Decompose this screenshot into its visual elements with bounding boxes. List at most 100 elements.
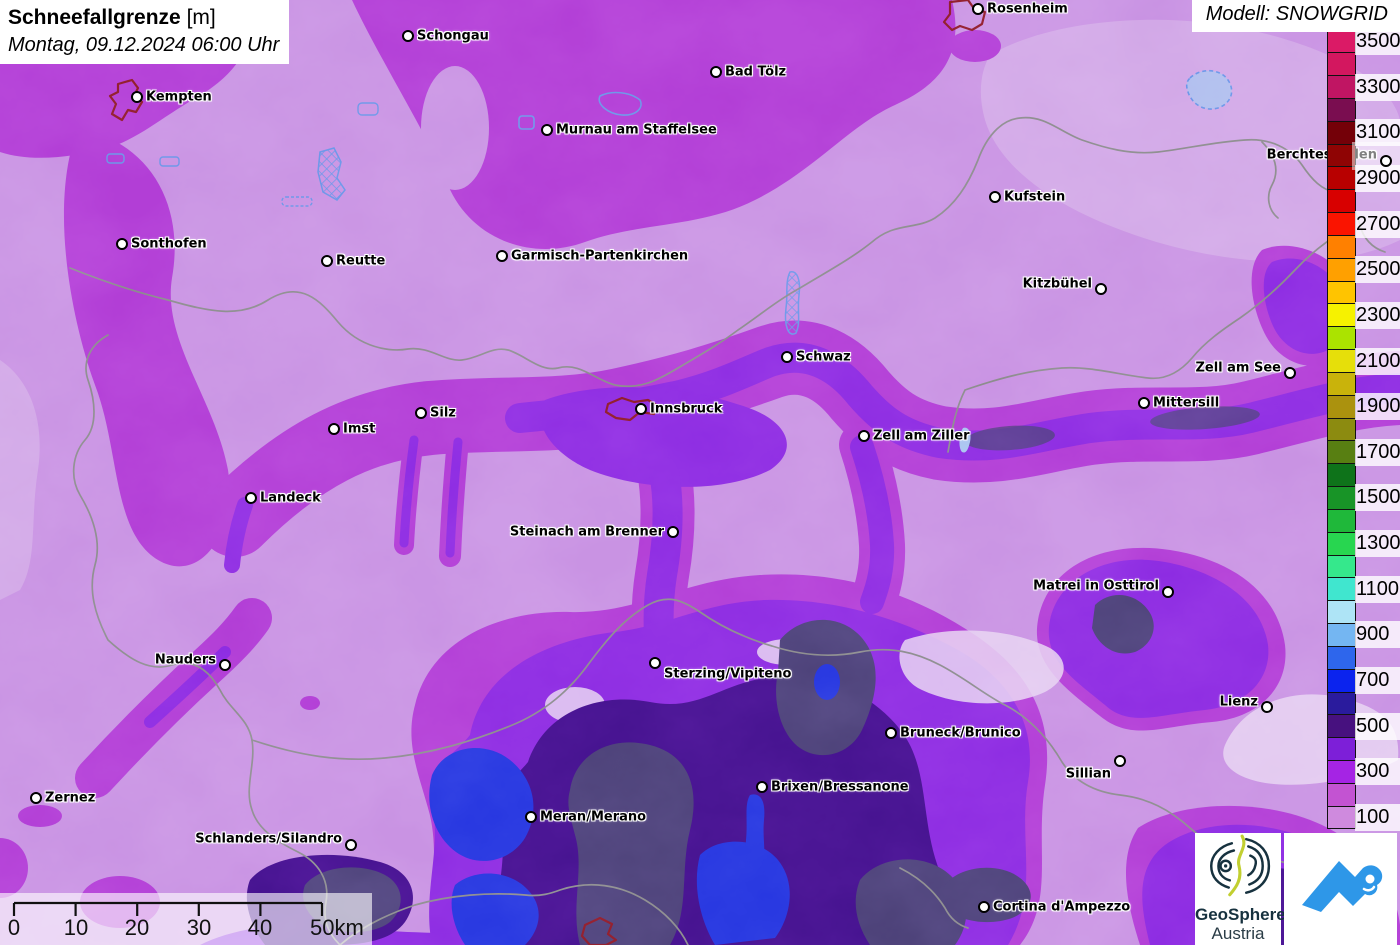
- city-marker-dot: [1284, 367, 1296, 379]
- city-marker-dot: [1162, 586, 1174, 598]
- colorbar-segment: [1327, 52, 1356, 77]
- colorbar-tick-label: 1300: [1355, 530, 1400, 558]
- colorbar-tick-label: 3100: [1355, 119, 1400, 147]
- scalebar-tick-label: 0: [7, 915, 21, 940]
- colorbar-segment: [1327, 508, 1356, 533]
- city-label: Bad Tölz: [725, 64, 787, 80]
- city-label: Zell am Ziller: [873, 428, 970, 444]
- colorbar-segment: [1327, 714, 1356, 739]
- city-marker-dot: [978, 901, 990, 913]
- city-marker-dot: [219, 659, 231, 671]
- colorbar-segment: [1327, 440, 1356, 465]
- city-label: Schwaz: [796, 349, 851, 365]
- colorbar-segment: [1327, 212, 1356, 236]
- scalebar-tick-label: 10: [63, 915, 89, 940]
- city-marker-dot: [328, 423, 340, 435]
- city-marker-dot: [972, 3, 984, 15]
- map-canvas: [0, 0, 1400, 945]
- geosphere-logo-text: GeoSphere: [1195, 905, 1286, 924]
- city-label: Silz: [430, 405, 456, 421]
- geosphere-austria-logo: GeoSphere Austria: [1195, 833, 1286, 945]
- city-marker-dot: [30, 792, 42, 804]
- colorbar-segment: [1327, 75, 1356, 99]
- title-variable: Schneefallgrenze: [8, 6, 181, 29]
- colorbar-segment: [1327, 645, 1356, 670]
- model-label: Modell: SNOWGRID: [1205, 3, 1388, 25]
- colorbar-segment: [1327, 554, 1356, 579]
- colorbar-segment: [1327, 668, 1356, 693]
- colorbar-tick-label: 500: [1355, 712, 1400, 740]
- city-marker-dot: [415, 407, 427, 419]
- city-marker-dot: [345, 839, 357, 851]
- colorbar-segment: [1327, 326, 1356, 351]
- colorbar-segment: [1327, 782, 1356, 807]
- city-label: Kempten: [146, 89, 212, 105]
- colorbar-tick-label: 700: [1355, 667, 1400, 695]
- distance-scalebar: 0 10 20 30 40 50km: [0, 893, 372, 945]
- colorbar-tick-label: 900: [1355, 621, 1400, 649]
- colorbar-tick-label: 1700: [1355, 438, 1400, 466]
- colorbar-tick-label: 2300: [1355, 301, 1400, 329]
- page-title: Schneefallgrenze [m]: [8, 4, 279, 32]
- city-label: Lienz: [1219, 694, 1258, 710]
- city-marker-dot: [989, 191, 1001, 203]
- colorbar-tick-label: 2900: [1355, 164, 1400, 192]
- colorbar-segment: [1327, 486, 1356, 510]
- blue-mountain-cloud-logo-icon: [1302, 861, 1383, 912]
- city-marker-dot: [1380, 155, 1392, 167]
- city-label: Schlanders/Silandro: [195, 831, 342, 847]
- city-marker-dot: [649, 657, 661, 669]
- city-label: Nauders: [154, 652, 216, 668]
- city-label: Sillian: [1065, 766, 1111, 782]
- title-unit: [m]: [186, 6, 216, 29]
- city-label: Brixen/Bressanone: [771, 779, 909, 795]
- colorbar-tick-label: 3300: [1355, 73, 1400, 101]
- scalebar-tick-label: 50km: [310, 915, 364, 940]
- scalebar-tick-label: 30: [186, 915, 212, 940]
- city-label: Kitzbühel: [1022, 276, 1092, 292]
- valid-datetime-label: Montag, 09.12.2024 06:00 Uhr: [8, 33, 280, 56]
- city-marker-dot: [1138, 397, 1150, 409]
- colorbar-segment: [1327, 257, 1356, 282]
- city-label: Matrei in Osttirol: [1033, 578, 1159, 594]
- city-marker-dot: [496, 250, 508, 262]
- city-marker-dot: [541, 124, 553, 136]
- city-label: Murnau am Staffelsee: [556, 122, 717, 138]
- scalebar-tick-label: 40: [247, 915, 273, 940]
- city-label: Reutte: [336, 253, 386, 269]
- city-marker-dot: [131, 91, 143, 103]
- colorbar-segment: [1327, 166, 1356, 191]
- snowfall-limit-map-page: Schongau Bad Tölz Rosenheim Kempten Murnau a…: [0, 0, 1400, 945]
- city-marker-dot: [116, 238, 128, 250]
- colorbar-tick-label: 2700: [1355, 210, 1400, 238]
- city-marker-dot: [885, 727, 897, 739]
- hillshade-overlay: [0, 0, 1400, 945]
- city-label: Meran/Merano: [540, 809, 647, 825]
- city-label: Zell am See: [1195, 360, 1281, 376]
- colorbar-segment: [1327, 280, 1356, 305]
- city-label: Zernez: [45, 790, 96, 806]
- colorbar-segment: [1327, 394, 1356, 419]
- city-label: Imst: [343, 421, 376, 437]
- city-marker-dot: [858, 430, 870, 442]
- city-marker-dot: [667, 526, 679, 538]
- colorbar-segment: [1327, 303, 1356, 328]
- city-marker-dot: [710, 66, 722, 78]
- model-label-box: Modell: SNOWGRID: [1191, 0, 1400, 32]
- city-label: Cortina d'Ampezzo: [993, 899, 1131, 915]
- city-label: Rosenheim: [987, 1, 1068, 17]
- colorbar-tick-label: 100: [1355, 804, 1400, 832]
- colorbar-tick-label: 2100: [1355, 347, 1400, 375]
- partner-logo-box: [1284, 833, 1397, 945]
- colorbar-segment: [1327, 531, 1356, 556]
- colorbar-segment: [1327, 577, 1356, 602]
- city-marker-dot: [1095, 283, 1107, 295]
- city-label: Sterzing/Vipiteno: [664, 666, 792, 682]
- colorbar-segment: [1327, 737, 1356, 761]
- city-label: Innsbruck: [650, 401, 723, 417]
- city-marker-dot: [321, 255, 333, 267]
- city-marker-dot: [635, 403, 647, 415]
- colorbar-segment: [1327, 234, 1356, 259]
- colorbar-segment: [1327, 349, 1356, 373]
- colorbar-segment: [1327, 623, 1356, 647]
